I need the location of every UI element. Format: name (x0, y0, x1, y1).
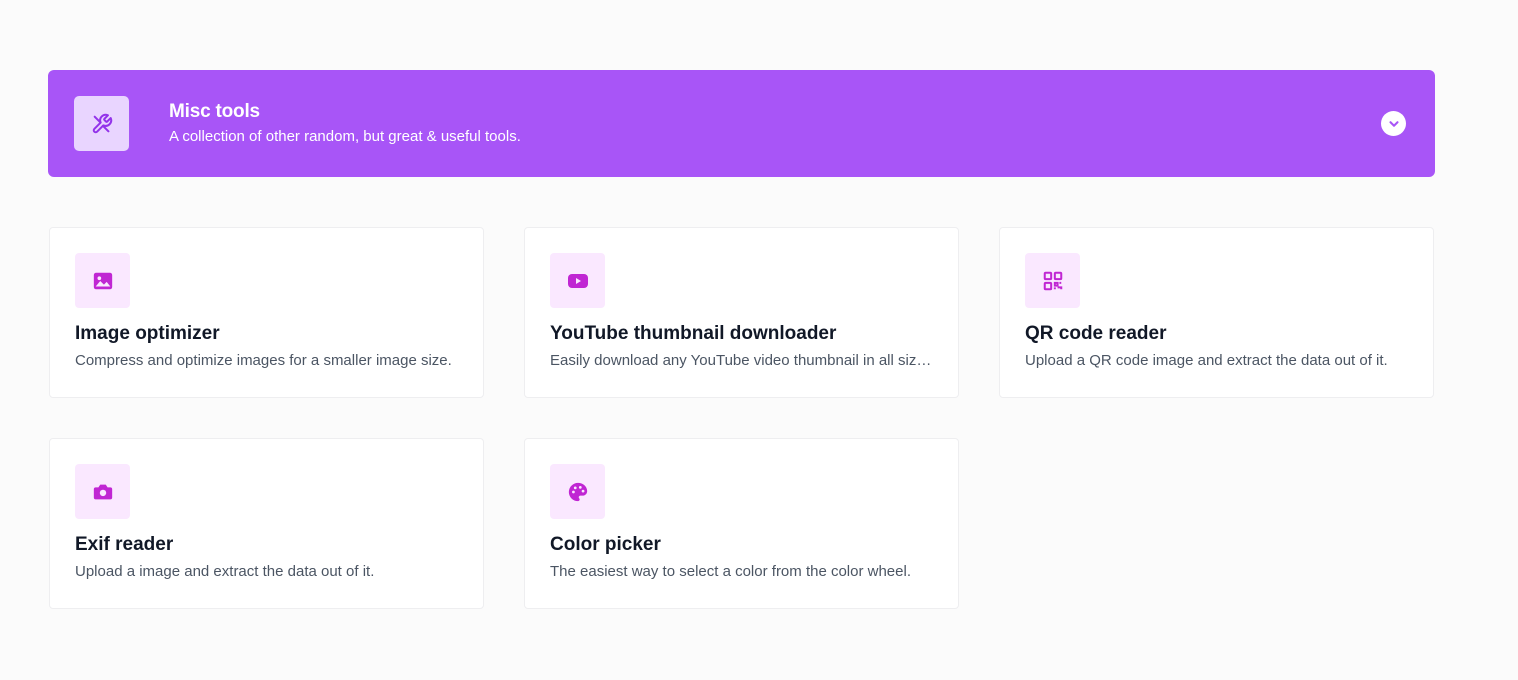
tool-card-qr-code-reader[interactable]: QR code reader Upload a QR code image an… (999, 227, 1434, 398)
tool-description: Compress and optimize images for a small… (75, 352, 452, 369)
tool-card-image-optimizer[interactable]: Image optimizer Compress and optimize im… (49, 227, 484, 398)
camera-icon (75, 464, 130, 519)
tool-description: The easiest way to select a color from t… (550, 563, 911, 580)
qr-code-icon (1025, 253, 1080, 308)
image-icon (75, 253, 130, 308)
tool-description: Easily download any YouTube video thumbn… (550, 352, 935, 369)
tool-title: QR code reader (1025, 323, 1167, 344)
tool-description: Upload a QR code image and extract the d… (1025, 352, 1388, 369)
tool-card-color-picker[interactable]: Color picker The easiest way to select a… (524, 438, 959, 609)
tool-title: Image optimizer (75, 323, 220, 344)
tool-description: Upload a image and extract the data out … (75, 563, 375, 580)
tool-title: Exif reader (75, 534, 174, 555)
tool-card-youtube-thumbnail-downloader[interactable]: YouTube thumbnail downloader Easily down… (524, 227, 959, 398)
palette-icon (550, 464, 605, 519)
tool-title: YouTube thumbnail downloader (550, 323, 837, 344)
tool-card-exif-reader[interactable]: Exif reader Upload a image and extract t… (49, 438, 484, 609)
youtube-icon (550, 253, 605, 308)
tool-title: Color picker (550, 534, 661, 555)
tools-icon (74, 96, 129, 151)
section-title: Misc tools (169, 101, 260, 122)
section-subtitle: A collection of other random, but great … (169, 128, 521, 145)
misc-tools-section-header[interactable]: Misc tools A collection of other random,… (48, 70, 1435, 177)
chevron-down-icon[interactable] (1381, 111, 1406, 136)
